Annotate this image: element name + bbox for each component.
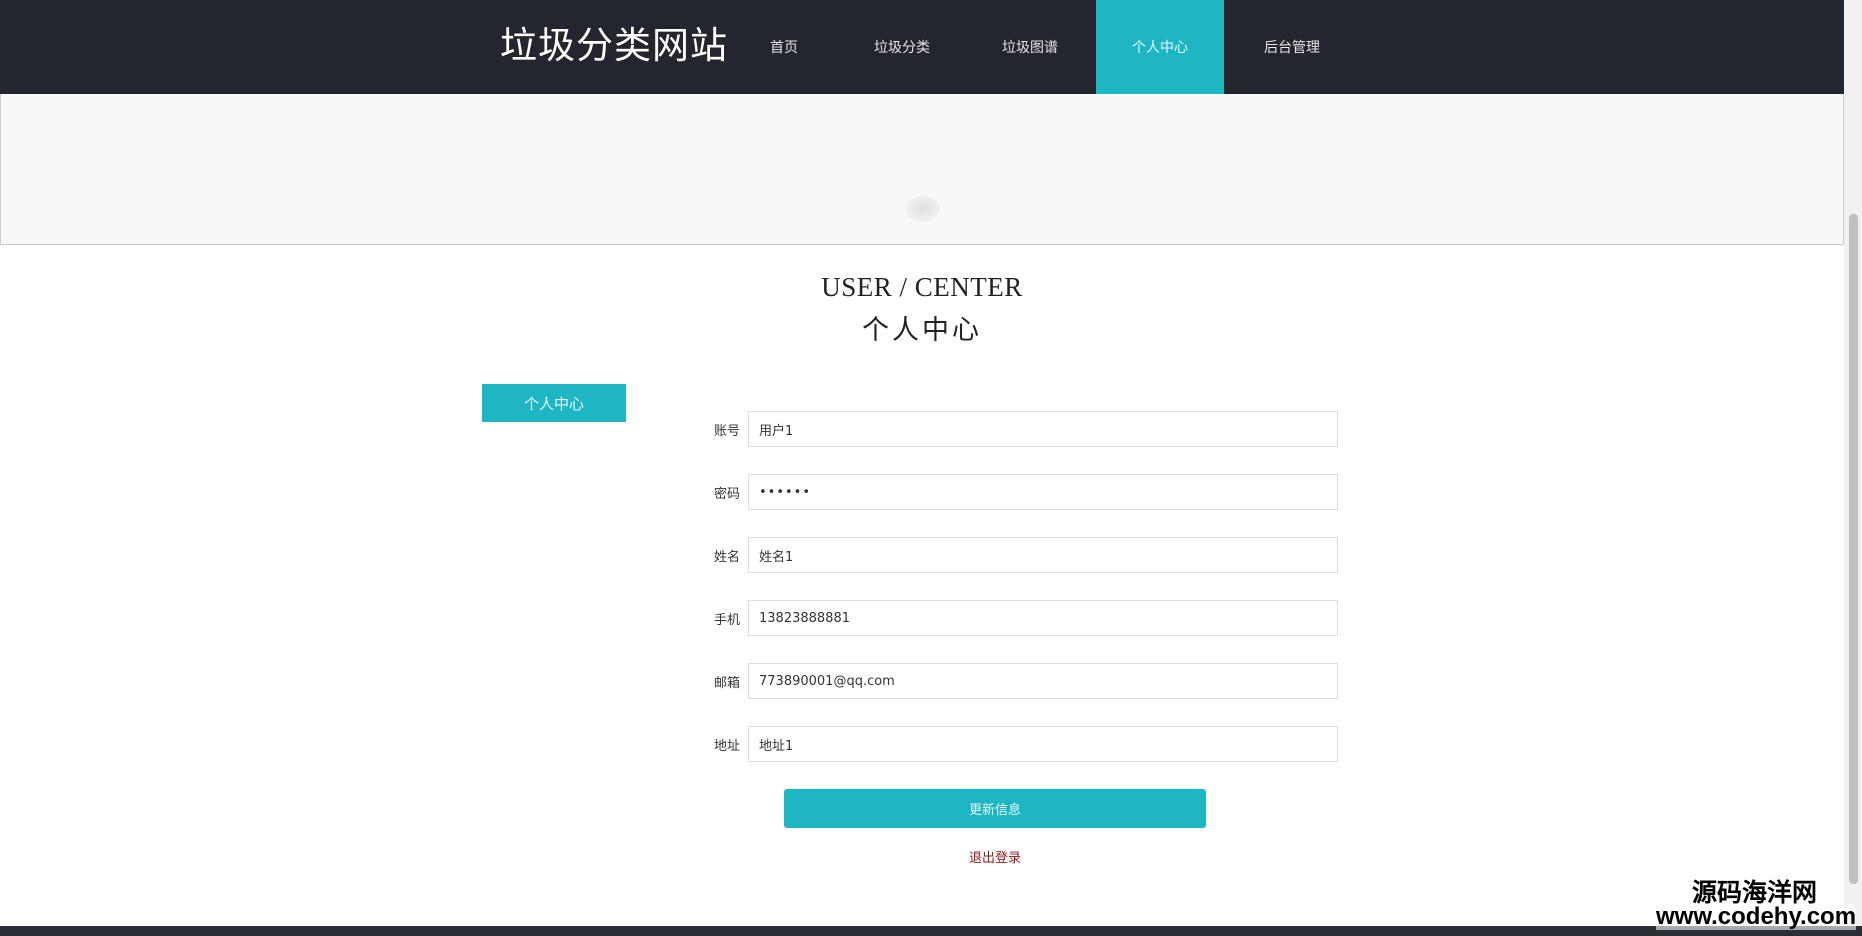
page-heading-cn: 个人中心 — [862, 315, 982, 346]
phone-label: 手机 — [713, 613, 740, 628]
watermark-url: www.codehy.com — [1656, 903, 1857, 930]
nav-admin[interactable]: 后台管理 — [1244, 0, 1340, 94]
email-field[interactable] — [748, 663, 1338, 699]
address-field[interactable] — [748, 726, 1338, 762]
name-label: 姓名 — [713, 550, 740, 565]
page-heading-en: USER / CENTER — [821, 272, 1023, 302]
name-field[interactable] — [748, 537, 1338, 573]
nav-garbage-classification[interactable]: 垃圾分类 — [854, 0, 950, 94]
page: 垃圾分类网站 首页 垃圾分类 垃圾图谱 个人中心 后台管理 USER / CEN… — [0, 0, 1862, 936]
nav-garbage-atlas[interactable]: 垃圾图谱 — [982, 0, 1078, 94]
nav-home[interactable]: 首页 — [738, 0, 830, 94]
nav-user-center[interactable]: 个人中心 — [1096, 0, 1224, 94]
footer-strip — [0, 926, 1862, 936]
logout-link[interactable]: 退出登录 — [784, 847, 1206, 866]
password-field[interactable] — [748, 474, 1338, 510]
banner-area — [0, 94, 1844, 245]
scrollbar-thumb[interactable] — [1849, 214, 1858, 884]
password-label: 密码 — [713, 487, 740, 502]
site-title[interactable]: 垃圾分类网站 — [500, 24, 728, 68]
top-navbar: 垃圾分类网站 首页 垃圾分类 垃圾图谱 个人中心 后台管理 — [0, 0, 1844, 94]
banner-indicator — [906, 196, 940, 222]
sidebar-tab-user-center[interactable]: 个人中心 — [482, 384, 626, 422]
email-label: 邮箱 — [713, 676, 740, 691]
account-field[interactable] — [748, 411, 1338, 447]
phone-field[interactable] — [748, 600, 1338, 636]
update-info-button[interactable]: 更新信息 — [784, 789, 1206, 828]
address-label: 地址 — [713, 739, 740, 754]
account-label: 账号 — [713, 424, 740, 439]
